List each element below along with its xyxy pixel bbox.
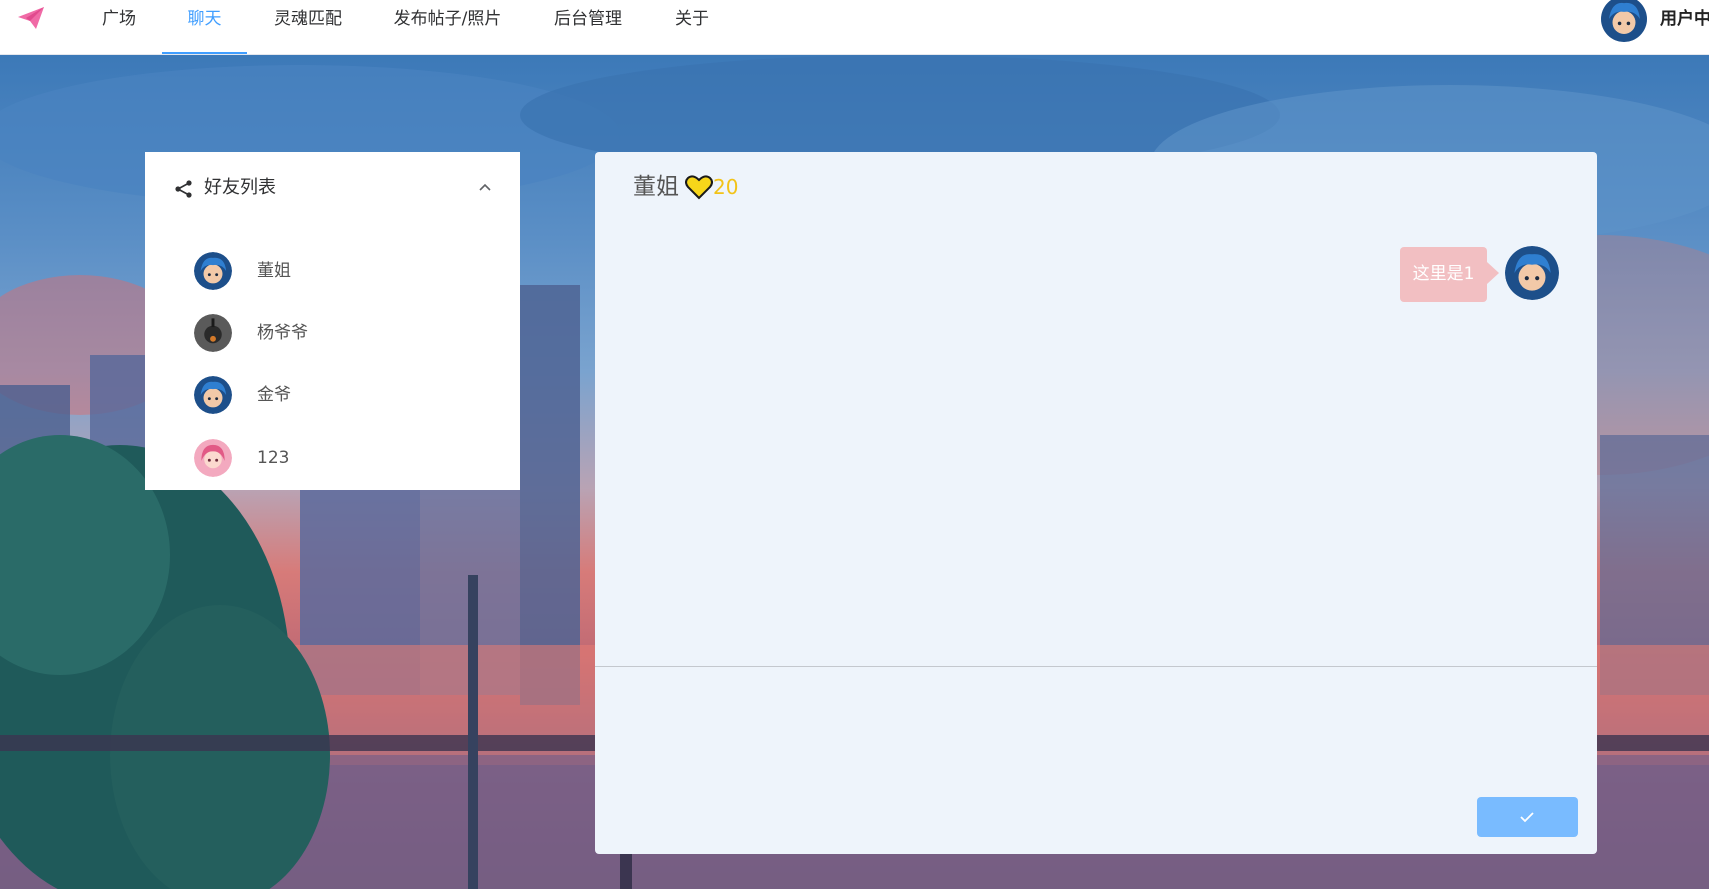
chat-panel: 董姐 20 这里是1 xyxy=(595,152,1597,854)
friend-name: 金爷 xyxy=(257,385,291,405)
boy-avatar xyxy=(194,376,232,414)
heart-count: 20 xyxy=(713,175,739,199)
user-center-link[interactable]: 用户中心 xyxy=(1660,0,1709,38)
chat-contact-name: 董姐 xyxy=(633,174,679,200)
friend-name: 董姐 xyxy=(257,261,291,281)
friend-item[interactable]: 123 xyxy=(145,439,520,497)
boy-avatar xyxy=(194,252,232,290)
message-input-area[interactable] xyxy=(595,668,1597,788)
chat-divider xyxy=(595,666,1597,667)
friend-item[interactable]: 杨爷爷 xyxy=(145,314,520,372)
nav-item-plaza[interactable]: 广场 xyxy=(88,0,150,54)
user-avatar[interactable] xyxy=(1598,0,1650,42)
bubble-tail xyxy=(1487,262,1499,284)
nav-item-about[interactable]: 关于 xyxy=(662,0,722,54)
nav-item-admin[interactable]: 后台管理 xyxy=(542,0,634,54)
friend-name: 杨爷爷 xyxy=(257,323,308,343)
chevron-up-icon[interactable] xyxy=(477,180,493,196)
top-navbar: 广场 聊天 灵魂匹配 发布帖子/照片 后台管理 关于 用户中心 xyxy=(0,0,1709,55)
friend-list-title: 好友列表 xyxy=(204,177,276,198)
dark-avatar xyxy=(194,314,232,352)
message-sender-avatar xyxy=(1505,246,1559,300)
nav-item-soul-match[interactable]: 灵魂匹配 xyxy=(262,0,354,54)
friend-item[interactable]: 董姐 xyxy=(145,252,520,310)
nav-item-chat[interactable]: 聊天 xyxy=(162,0,247,54)
friend-list-header[interactable]: 好友列表 xyxy=(145,152,520,220)
nav-item-publish[interactable]: 发布帖子/照片 xyxy=(380,0,515,54)
heart-icon[interactable] xyxy=(685,174,713,200)
friend-list-panel: 好友列表 董姐 杨爷爷 金爷 123 xyxy=(145,152,520,490)
friend-item[interactable]: 金爷 xyxy=(145,376,520,434)
message-bubble: 这里是1 xyxy=(1400,247,1487,302)
girl-avatar xyxy=(194,439,232,477)
paper-plane-icon[interactable] xyxy=(16,5,46,31)
friend-name: 123 xyxy=(257,448,290,468)
check-icon xyxy=(1520,812,1534,823)
share-icon xyxy=(175,180,192,198)
send-button[interactable] xyxy=(1477,797,1578,837)
